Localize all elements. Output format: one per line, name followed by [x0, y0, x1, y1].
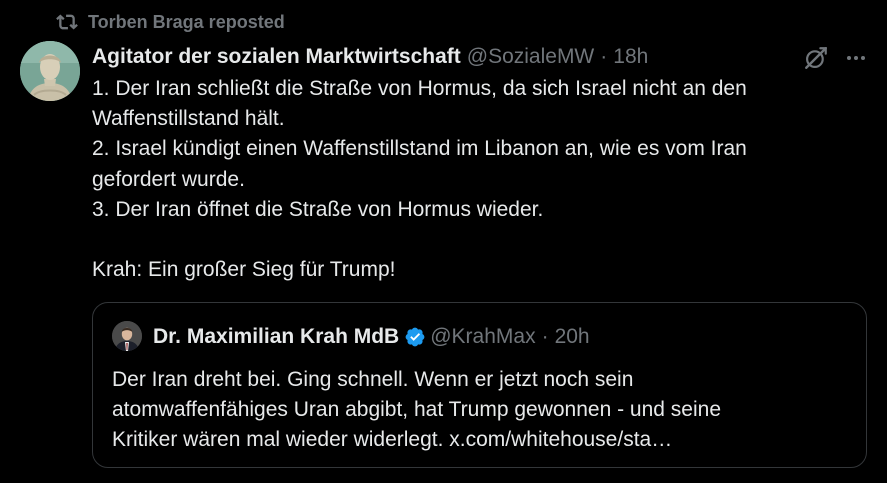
- post-header: Agitator der sozialen Marktwirtschaft @S…: [92, 42, 648, 72]
- quoted-post-time[interactable]: 20h: [555, 325, 590, 349]
- quoted-text-line: Kritiker wären mal wieder widerlegt. x.c…: [112, 428, 673, 452]
- repost-label: Torben Braga reposted: [88, 11, 285, 32]
- grok-icon: [805, 47, 827, 69]
- post-text-line: 3. Der Iran öffnet die Straße von Hormus…: [92, 197, 544, 221]
- post-text: 1. Der Iran schließt die Straße von Horm…: [92, 74, 872, 285]
- repost-indicator[interactable]: Torben Braga reposted: [56, 10, 285, 34]
- post-text-line: Waffenstillstand hält.: [92, 107, 285, 131]
- grok-button[interactable]: [800, 42, 832, 74]
- separator-dot: ·: [541, 325, 549, 348]
- post-time[interactable]: 18h: [613, 45, 648, 69]
- repost-icon: [56, 11, 78, 33]
- more-options-button[interactable]: [840, 42, 872, 74]
- quoted-text-line: Der Iran dreht bei. Ging schnell. Wenn e…: [112, 368, 634, 391]
- statue-bust-avatar: [20, 41, 80, 101]
- portrait-avatar: [112, 321, 142, 351]
- quoted-post-header: Dr. Maximilian Krah MdB @KrahMax · 20h: [153, 323, 590, 351]
- post-text-line: 2. Israel kündigt einen Waffenstillstand…: [92, 137, 747, 161]
- author-avatar[interactable]: [20, 41, 80, 101]
- author-name[interactable]: Agitator der sozialen Marktwirtschaft: [92, 45, 461, 69]
- quoted-author-name[interactable]: Dr. Maximilian Krah MdB: [153, 325, 399, 349]
- post-text-line: Krah: Ein großer Sieg für Trump!: [92, 258, 396, 282]
- quoted-text-line: atomwaffenfähiges Uran abgibt, hat Trump…: [112, 398, 721, 422]
- post-text-line: 1. Der Iran schließt die Straße von Horm…: [92, 77, 747, 100]
- verified-badge-icon: [404, 326, 426, 348]
- more-options-icon: [847, 56, 865, 60]
- author-handle[interactable]: @SozialeMW: [467, 45, 595, 69]
- post-text-line: gefordert wurde.: [92, 167, 245, 191]
- quoted-post-text: Der Iran dreht bei. Ging schnell. Wenn e…: [112, 365, 852, 456]
- quoted-author-avatar[interactable]: [112, 321, 142, 351]
- quoted-post-card[interactable]: Dr. Maximilian Krah MdB @KrahMax · 20h D…: [92, 302, 867, 468]
- separator-dot: ·: [600, 45, 608, 68]
- quoted-author-handle[interactable]: @KrahMax: [430, 325, 535, 349]
- post-text-blank-line: [92, 225, 872, 255]
